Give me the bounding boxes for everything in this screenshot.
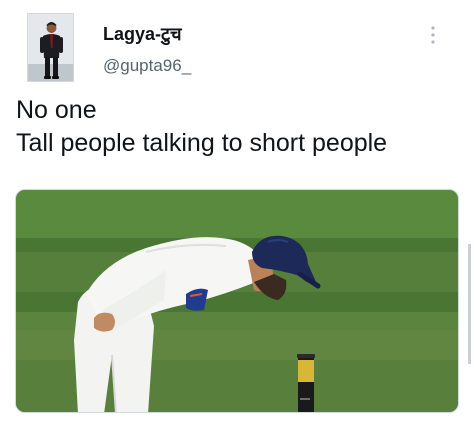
more-vertical-icon[interactable]: [426, 24, 440, 46]
user-handle[interactable]: @gupta96_: [103, 56, 191, 76]
display-name[interactable]: Lagya-टुच: [103, 22, 182, 46]
scrollbar-edge: [468, 244, 471, 364]
tweet-text: No one Tall people talking to short peop…: [16, 94, 387, 160]
tweet-text-line-1: No one: [16, 96, 97, 124]
tweet-card: Lagya-टुच @gupta96_ No one Tall people t…: [0, 0, 474, 428]
avatar[interactable]: [27, 13, 74, 82]
tweet-text-line-2: Tall people talking to short people: [16, 129, 388, 157]
tweet-media-image[interactable]: [15, 189, 459, 413]
